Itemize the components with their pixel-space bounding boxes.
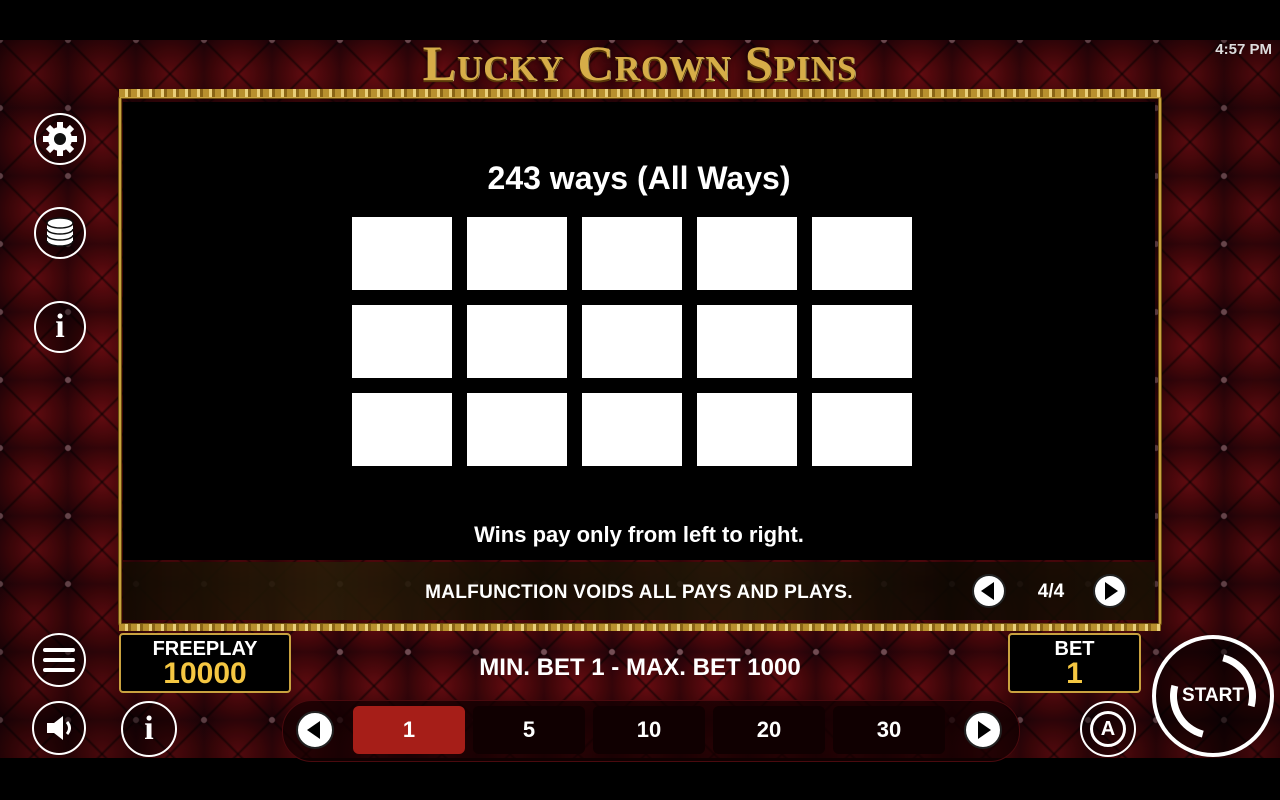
paytable-note: Wins pay only from left to right. xyxy=(474,522,804,547)
grid-cell xyxy=(467,217,567,290)
start-label: START xyxy=(1182,685,1244,706)
paytable-title: 243 ways (All Ways) xyxy=(487,160,791,196)
gear-icon xyxy=(43,122,77,156)
bet-option[interactable]: 20 xyxy=(713,706,825,754)
grid-cell xyxy=(697,393,797,466)
next-page-button[interactable] xyxy=(1093,574,1127,608)
chevron-right-icon xyxy=(978,721,991,739)
bet-limits: MIN. BET 1 - MAX. BET 1000 xyxy=(479,654,801,681)
grid-cell xyxy=(352,305,452,378)
grid-cell xyxy=(697,217,797,290)
bet-option[interactable]: 5 xyxy=(473,706,585,754)
chevron-left-icon xyxy=(981,582,994,600)
bet-option[interactable]: 1 xyxy=(353,706,465,754)
bet-option[interactable]: 30 xyxy=(833,706,945,754)
bet-prev-button[interactable] xyxy=(296,711,334,749)
autoplay-button[interactable]: A xyxy=(1080,701,1136,757)
grid-cell xyxy=(812,305,912,378)
coins-stack-icon xyxy=(46,217,74,247)
autoplay-icon: A xyxy=(1090,711,1126,747)
grid-cell xyxy=(812,393,912,466)
freeplay-label: FREEPLAY xyxy=(152,638,258,660)
page-indicator: 4/4 xyxy=(1037,581,1065,602)
freeplay-panel: FREEPLAY 10000 xyxy=(119,633,291,693)
info-button[interactable]: i xyxy=(34,301,86,353)
bet-next-button[interactable] xyxy=(964,711,1002,749)
paytable-panel: 243 ways (All Ways) Wins pay only from l… xyxy=(123,102,1155,560)
game-logo: Lucky Crown Spins xyxy=(422,35,858,91)
grid-cell xyxy=(812,217,912,290)
grid-cell xyxy=(582,217,682,290)
grid-cell xyxy=(352,393,452,466)
reel-grid xyxy=(352,217,914,469)
info-icon: i xyxy=(144,710,154,747)
frame-top-ornament xyxy=(119,89,1161,97)
chevron-left-icon xyxy=(307,721,320,739)
grid-cell xyxy=(697,305,797,378)
grid-cell xyxy=(582,305,682,378)
start-button[interactable]: START xyxy=(1152,635,1274,757)
sound-button[interactable] xyxy=(32,701,86,755)
grid-cell xyxy=(467,305,567,378)
bet-label: BET xyxy=(1054,638,1095,660)
game-info-button[interactable]: i xyxy=(121,701,177,757)
freeplay-value: 10000 xyxy=(163,657,247,690)
grid-cell xyxy=(467,393,567,466)
chevron-right-icon xyxy=(1105,582,1118,600)
prev-page-button[interactable] xyxy=(972,574,1006,608)
menu-icon xyxy=(43,648,75,672)
frame-bottom-ornament xyxy=(119,624,1161,631)
info-icon: i xyxy=(55,308,65,345)
grid-cell xyxy=(352,217,452,290)
settings-button[interactable] xyxy=(34,113,86,165)
grid-cell xyxy=(582,393,682,466)
menu-button[interactable] xyxy=(32,633,86,687)
bet-option[interactable]: 10 xyxy=(593,706,705,754)
bet-panel: BET 1 xyxy=(1008,633,1141,693)
coins-button[interactable] xyxy=(34,207,86,259)
speaker-icon xyxy=(47,716,71,740)
status-clock: 4:57 PM xyxy=(1215,41,1272,58)
bet-value: 1 xyxy=(1066,657,1083,690)
